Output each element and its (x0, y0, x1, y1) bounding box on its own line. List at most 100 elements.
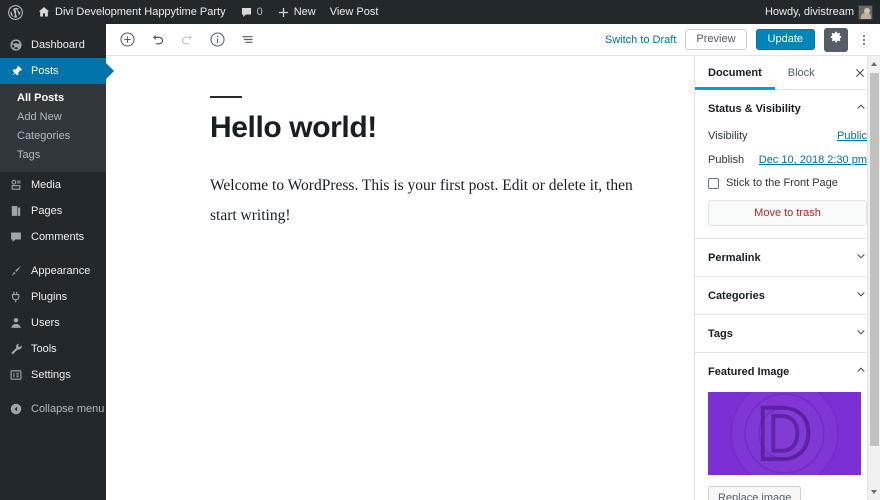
sidebar-label: Plugins (31, 291, 68, 303)
panel-featured-header[interactable]: Featured Image (695, 353, 880, 390)
comment-bubble-icon (240, 6, 253, 19)
site-name-label: Divi Development Happytime Party (55, 6, 226, 18)
visibility-value-button[interactable]: Public (837, 130, 867, 142)
sidebar-label: Appearance (31, 265, 91, 277)
posts-submenu: All Posts Add New Categories Tags (0, 84, 106, 172)
wordpress-logo-icon (8, 4, 23, 20)
pin-icon (9, 64, 24, 79)
collapse-icon (9, 402, 24, 417)
update-button[interactable]: Update (755, 29, 815, 50)
plus-circle-icon[interactable] (116, 29, 138, 51)
comment-icon (9, 230, 24, 245)
post-title[interactable]: Hello world! (210, 111, 694, 145)
sticky-row[interactable]: Stick to the Front Page (708, 175, 867, 200)
sidebar-item-dashboard[interactable]: Dashboard (0, 32, 106, 58)
sidebar-label: Settings (31, 369, 71, 381)
panel-tags-header[interactable]: Tags (695, 315, 880, 352)
wp-logo-menu[interactable] (0, 0, 30, 24)
sidebar-item-tags[interactable]: Tags (0, 146, 106, 165)
sidebar-gap-2 (0, 388, 106, 396)
inspector-scrollbar[interactable] (867, 56, 880, 500)
sidebar-label: Pages (31, 205, 63, 217)
collapse-menu-button[interactable]: Collapse menu (0, 396, 106, 422)
panel-categories-header[interactable]: Categories (695, 277, 880, 314)
post-paragraph-block[interactable]: Welcome to WordPress. This is your first… (210, 171, 640, 231)
panel-tags: Tags (695, 315, 880, 353)
sidebar-item-media[interactable]: Media (0, 172, 106, 198)
sidebar-item-categories[interactable]: Categories (0, 127, 106, 146)
scroll-down-icon[interactable] (871, 490, 877, 494)
sidebar-item-tools[interactable]: Tools (0, 336, 106, 362)
preview-button[interactable]: Preview (685, 29, 747, 50)
dashboard-icon (9, 38, 24, 53)
editor-toolbar-left (106, 29, 258, 51)
editor-toolbar-right: Switch to Draft Preview Update (605, 27, 880, 52)
scroll-up-icon[interactable] (871, 62, 877, 66)
view-post-link[interactable]: View Post (323, 0, 386, 24)
comments-count: 0 (256, 6, 263, 18)
scrollbar-thumb[interactable] (870, 73, 879, 446)
move-to-trash-button[interactable]: Move to trash (708, 200, 867, 226)
panel-status-header[interactable]: Status & Visibility (695, 90, 880, 127)
sticky-checkbox[interactable] (708, 177, 719, 189)
settings-sidebar: Document Block Status & Visibility Visib… (694, 56, 880, 500)
howdy-label: Howdy, divistream (764, 6, 854, 18)
account-menu[interactable]: Howdy, divistream (758, 0, 880, 24)
sidebar-item-users[interactable]: Users (0, 310, 106, 336)
tab-document[interactable]: Document (695, 56, 775, 90)
new-content-menu[interactable]: New (270, 0, 323, 24)
more-vertical-icon[interactable] (857, 29, 871, 51)
sidebar-item-plugins[interactable]: Plugins (0, 284, 106, 310)
sidebar-label: Comments (31, 231, 85, 243)
panel-title: Tags (708, 327, 733, 340)
plus-icon (277, 6, 290, 19)
sidebar-item-posts[interactable]: Posts (0, 58, 106, 84)
collapse-label: Collapse menu (31, 403, 105, 415)
sidebar-item-comments[interactable]: Comments (0, 224, 106, 250)
view-post-label: View Post (329, 6, 379, 18)
settings-icon (9, 368, 24, 383)
redo-icon[interactable] (176, 29, 198, 51)
featured-image-thumbnail[interactable]: D (708, 392, 861, 475)
chevron-up-icon (855, 101, 867, 116)
publish-date-button[interactable]: Dec 10, 2018 2:30 pm (759, 154, 867, 166)
sidebar-label: Tools (31, 343, 57, 355)
pages-icon (9, 204, 24, 219)
admin-bar: Divi Development Happytime Party 0 New V… (0, 0, 880, 24)
divi-logo-letter: D (756, 392, 813, 475)
list-view-icon[interactable] (236, 29, 258, 51)
sidebar-item-settings[interactable]: Settings (0, 362, 106, 388)
avatar (858, 4, 873, 20)
settings-toggle-button[interactable] (824, 27, 848, 52)
info-circle-icon[interactable] (206, 29, 228, 51)
replace-image-button[interactable]: Replace image (708, 486, 802, 500)
panel-title: Status & Visibility (708, 102, 801, 115)
panel-categories: Categories (695, 277, 880, 315)
brush-icon (9, 264, 24, 279)
site-name-menu[interactable]: Divi Development Happytime Party (30, 0, 233, 24)
switch-to-draft-button[interactable]: Switch to Draft (605, 34, 677, 46)
user-icon (9, 316, 24, 331)
sidebar-label: Dashboard (31, 39, 85, 51)
media-icon (9, 178, 24, 193)
comments-menu[interactable]: 0 (233, 0, 270, 24)
sidebar-item-appearance[interactable]: Appearance (0, 258, 106, 284)
panel-status-body: Visibility Public Publish Dec 10, 2018 2… (695, 127, 880, 238)
sidebar-item-pages[interactable]: Pages (0, 198, 106, 224)
home-icon (37, 5, 51, 19)
sticky-label: Stick to the Front Page (726, 177, 838, 189)
panel-permalink-header[interactable]: Permalink (695, 239, 880, 276)
panel-status-visibility: Status & Visibility Visibility Public Pu… (695, 90, 880, 239)
tab-block[interactable]: Block (775, 56, 828, 89)
dot (863, 42, 865, 45)
panel-featured-image: Featured Image D Replace image Remove fe… (695, 353, 880, 500)
sidebar-item-add-new[interactable]: Add New (0, 108, 106, 127)
sidebar-label: Media (31, 179, 61, 191)
dot (863, 38, 865, 41)
panel-title: Categories (708, 289, 765, 302)
chevron-up-icon (855, 364, 867, 379)
undo-icon[interactable] (146, 29, 168, 51)
title-rule (210, 96, 242, 98)
sidebar-item-all-posts[interactable]: All Posts (0, 89, 106, 108)
